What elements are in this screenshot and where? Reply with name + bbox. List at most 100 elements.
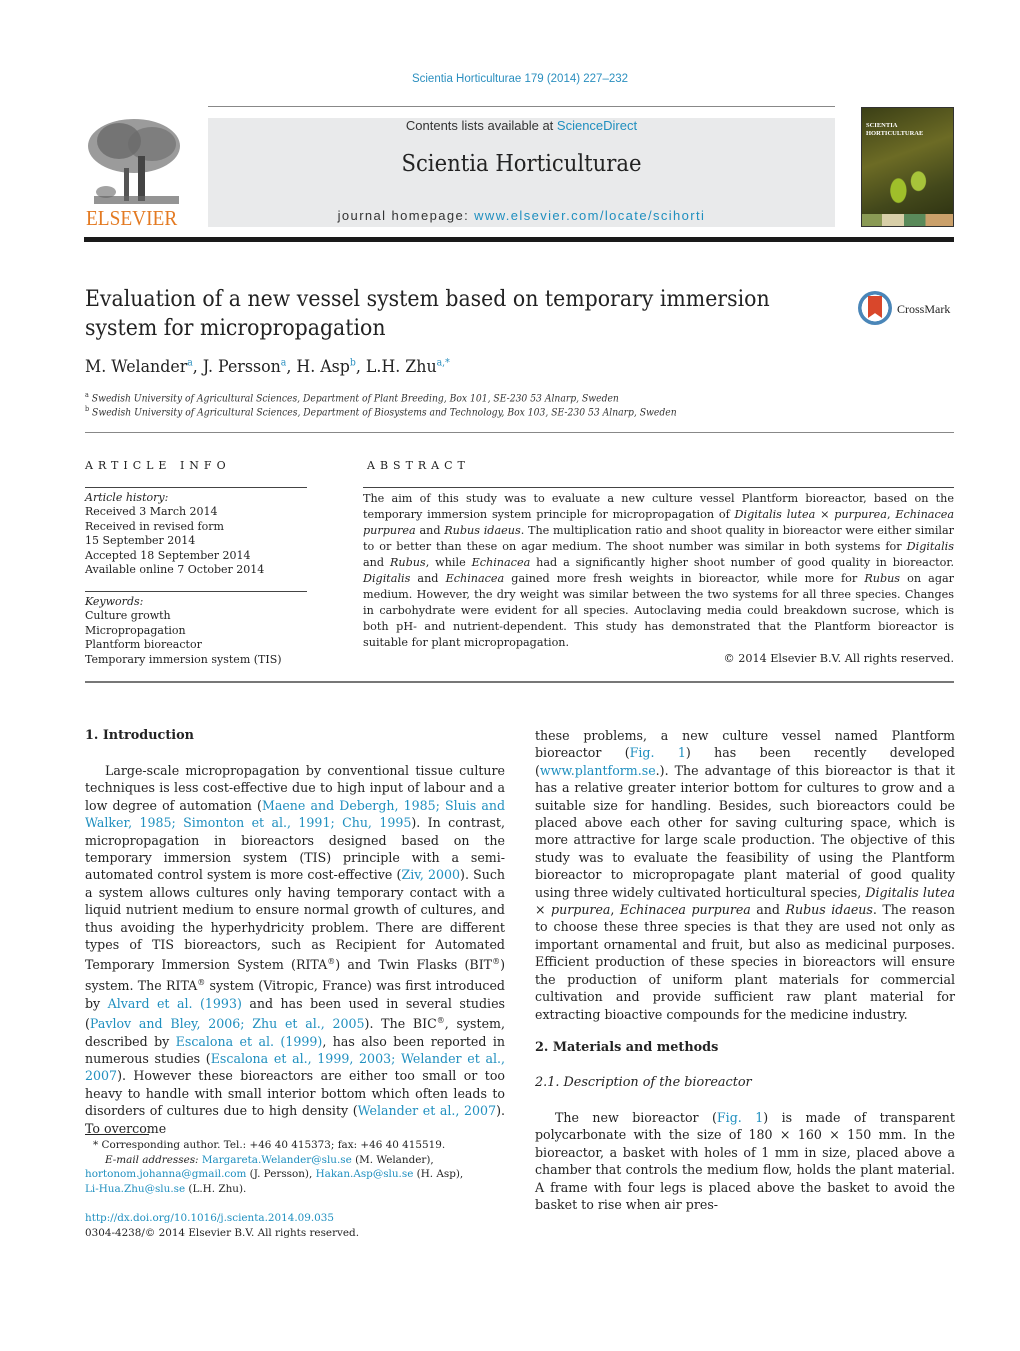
- citation-link[interactable]: Ziv, 2000: [401, 867, 460, 882]
- intro-paragraph: Large-scale micropropagation by conventi…: [85, 762, 505, 1137]
- keyword-item: Plantform bioreactor: [85, 638, 202, 652]
- history-item: Available online 7 October 2014: [85, 563, 265, 577]
- email-link[interactable]: Li-Hua.Zhu@slu.se: [85, 1183, 185, 1195]
- cover-image-strip: [862, 214, 953, 226]
- abstract-bottom-divider: [85, 681, 954, 683]
- email-owner: (J. Persson),: [246, 1168, 316, 1180]
- title-divider: [85, 432, 954, 433]
- author-name[interactable]: J. Persson: [203, 357, 281, 377]
- email-line-2: hortonom.johanna@gmail.com (J. Persson),…: [85, 1167, 515, 1182]
- cover-title-line1: SCIENTIA: [866, 122, 898, 129]
- cover-title: SCIENTIA HORTICULTURAE: [866, 122, 923, 138]
- author-affil-mark[interactable]: b: [350, 357, 356, 368]
- text-run: had a significantly higher shoot number …: [530, 556, 954, 569]
- homepage-line: journal homepage: www.elsevier.com/locat…: [208, 208, 835, 223]
- sciencedirect-link[interactable]: ScienceDirect: [557, 118, 637, 133]
- text-run: The new bioreactor (: [555, 1110, 717, 1125]
- email-link[interactable]: Hakan.Asp@slu.se: [316, 1168, 414, 1180]
- elsevier-logo[interactable]: ELSEVIER: [84, 116, 186, 230]
- section-heading-introduction: 1. Introduction: [85, 728, 194, 743]
- text-run: and: [410, 572, 446, 585]
- contents-line: Contents lists available at ScienceDirec…: [208, 118, 835, 133]
- journal-banner: Contents lists available at ScienceDirec…: [208, 118, 835, 227]
- homepage-prefix: journal homepage:: [337, 208, 475, 223]
- elsevier-tree-icon: [88, 119, 180, 204]
- elsevier-wordmark: ELSEVIER: [86, 206, 178, 230]
- header-thick-divider: [84, 237, 954, 242]
- affiliation-b: b Swedish University of Agricultural Sci…: [85, 405, 677, 418]
- citation-link[interactable]: Pavlov and Bley, 2006; Zhu et al., 2005: [90, 1016, 365, 1031]
- text-run: and: [415, 524, 445, 537]
- text-run: . The reason to choose these three speci…: [535, 902, 955, 1022]
- citation-link[interactable]: Welander et al., 2007: [358, 1103, 496, 1118]
- species-name: Digitalis: [906, 540, 954, 553]
- species-name: Echinacea: [445, 572, 505, 585]
- affiliation-mark: a: [85, 391, 89, 399]
- crossmark-label: CrossMark: [897, 302, 951, 316]
- footnotes: * Corresponding author. Tel.: +46 40 415…: [85, 1138, 515, 1196]
- text-run: ). The BIC: [364, 1016, 437, 1032]
- species-name: Echinacea purpurea: [619, 902, 751, 918]
- species-name: Echinacea: [471, 556, 531, 569]
- author-name[interactable]: M. Welander: [85, 357, 187, 377]
- history-item: Received 3 March 2014: [85, 505, 218, 519]
- abstract-text: The aim of this study was to evaluate a …: [363, 491, 954, 651]
- citation-link[interactable]: Escalona et al. (1999): [176, 1034, 323, 1049]
- keyword-item: Culture growth: [85, 609, 171, 623]
- email-line-1: E-mail addresses: Margareta.Welander@slu…: [85, 1153, 515, 1168]
- article-info-divider: [85, 487, 307, 488]
- affiliation-text: Swedish University of Agricultural Scien…: [91, 393, 619, 405]
- species-name: Rubus idaeus: [444, 524, 521, 537]
- text-run: .). The advantage of this bioreactor is …: [535, 762, 955, 900]
- issn-copyright: 0304-4238/© 2014 Elsevier B.V. All right…: [85, 1226, 360, 1239]
- author-name[interactable]: H. Asp: [296, 357, 350, 377]
- section-heading-methods: 2. Materials and methods: [535, 1040, 719, 1055]
- history-item: 15 September 2014: [85, 534, 196, 548]
- author-name[interactable]: L.H. Zhu: [366, 357, 437, 377]
- keywords-label: Keywords:: [85, 595, 144, 608]
- author-affil-mark[interactable]: a,*: [437, 357, 450, 368]
- history-item: Received in revised form: [85, 519, 224, 533]
- journal-name: Scientia Horticulturae: [401, 151, 642, 177]
- email-link[interactable]: Margareta.Welander@slu.se: [202, 1154, 352, 1166]
- keywords-divider: [85, 591, 307, 592]
- registered-mark: ®: [436, 1016, 445, 1026]
- email-line-3: Li-Hua.Zhu@slu.se (L.H. Zhu).: [85, 1182, 515, 1197]
- journal-citation[interactable]: Scientia Horticulturae 179 (2014) 227–23…: [0, 73, 1020, 85]
- doi-block: http://dx.doi.org/10.1016/j.scienta.2014…: [85, 1211, 359, 1240]
- affiliation-mark: b: [85, 405, 90, 413]
- contents-prefix: Contents lists available at: [405, 118, 557, 133]
- history-item: Accepted 18 September 2014: [85, 548, 251, 562]
- journal-cover-image[interactable]: SCIENTIA HORTICULTURAE: [861, 107, 954, 227]
- title-line1: Evaluation of a new vessel system based …: [85, 287, 770, 312]
- species-name: Digitalis: [363, 572, 411, 585]
- journal-homepage-link[interactable]: www.elsevier.com/locate/scihorti: [474, 208, 705, 223]
- title-line2: system for micropropagation: [85, 316, 386, 341]
- keywords: Keywords: Culture growth Micropropagatio…: [85, 595, 282, 667]
- doi-link[interactable]: http://dx.doi.org/10.1016/j.scienta.2014…: [85, 1212, 334, 1224]
- text-run: and: [750, 902, 786, 918]
- email-link[interactable]: hortonom.johanna@gmail.com: [85, 1168, 246, 1180]
- author-affil-mark[interactable]: a: [281, 357, 287, 368]
- abstract-body: The aim of this study was to evaluate a …: [363, 491, 954, 667]
- citation-link[interactable]: Fig. 1: [717, 1110, 763, 1125]
- author-affil-mark[interactable]: a: [187, 357, 193, 368]
- subsection-heading: 2.1. Description of the bioreactor: [535, 1075, 752, 1090]
- article-info-heading: ARTICLE INFO: [85, 459, 231, 472]
- body-left-column: Large-scale micropropagation by conventi…: [85, 762, 505, 1137]
- text-run: , while: [425, 556, 472, 569]
- cover-title-line2: HORTICULTURAE: [866, 130, 924, 137]
- email-owner: (L.H. Zhu).: [185, 1182, 247, 1195]
- abstract-divider: [363, 487, 954, 488]
- species-name: Rubus idaeus: [785, 902, 873, 918]
- bioreactor-paragraph-container: The new bioreactor (Fig. 1) is made of t…: [535, 1109, 955, 1213]
- species-name: Rubus: [864, 572, 901, 585]
- registered-mark: ®: [492, 957, 501, 967]
- body-right-column: these problems, a new culture vessel nam…: [535, 727, 955, 1023]
- article-title: Evaluation of a new vessel system based …: [85, 285, 773, 343]
- email-owner: (M. Welander),: [351, 1153, 434, 1166]
- crossmark-button[interactable]: CrossMark: [858, 291, 958, 331]
- citation-link[interactable]: Alvard et al. (1993): [108, 996, 242, 1011]
- citation-link[interactable]: www.plantform.se: [540, 763, 656, 778]
- citation-link[interactable]: Fig. 1: [630, 745, 686, 760]
